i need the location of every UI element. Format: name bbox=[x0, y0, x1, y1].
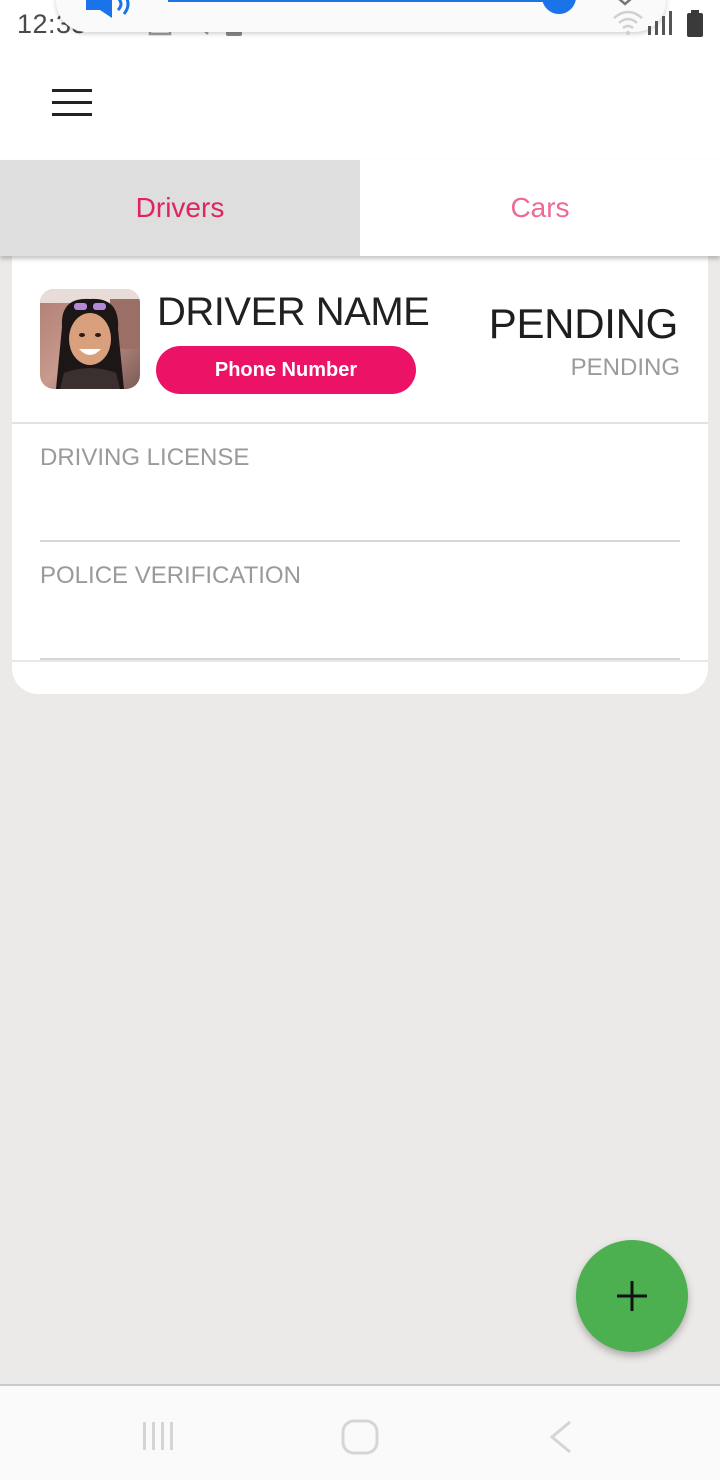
tab-drivers[interactable]: Drivers bbox=[0, 160, 360, 256]
tab-bar: Drivers Cars bbox=[0, 160, 720, 256]
driving-license-label[interactable]: DRIVING LICENSE bbox=[40, 444, 249, 472]
plus-icon bbox=[617, 1281, 647, 1311]
chevron-down-icon[interactable] bbox=[616, 0, 634, 8]
add-button[interactable] bbox=[576, 1240, 688, 1352]
battery-icon bbox=[687, 10, 703, 37]
volume-slider-track[interactable] bbox=[168, 0, 558, 2]
hamburger-menu-icon[interactable] bbox=[44, 84, 100, 124]
driver-card[interactable]: DRIVER NAME Phone Number PENDING PENDING… bbox=[12, 256, 708, 694]
recent-apps-icon[interactable] bbox=[140, 1420, 178, 1452]
driver-status-detail: PENDING bbox=[570, 354, 680, 381]
system-nav-bar bbox=[0, 1384, 720, 1480]
driver-name: DRIVER NAME bbox=[157, 290, 430, 334]
signal-icon bbox=[648, 11, 672, 35]
status-bar: 12:33 bbox=[0, 0, 720, 44]
wifi-icon bbox=[613, 10, 643, 36]
app-bar bbox=[0, 44, 720, 160]
driver-status: PENDING bbox=[488, 300, 679, 347]
card-bottom-divider bbox=[12, 660, 708, 662]
phone-number-button[interactable]: Phone Number bbox=[156, 346, 416, 394]
menu-line bbox=[52, 113, 92, 116]
volume-popup[interactable] bbox=[56, 0, 666, 32]
volume-icon[interactable] bbox=[86, 0, 132, 18]
back-icon[interactable] bbox=[548, 1420, 574, 1454]
police-verification-label[interactable]: POLICE VERIFICATION bbox=[40, 562, 301, 590]
volume-slider-thumb[interactable] bbox=[542, 0, 576, 14]
driver-avatar[interactable] bbox=[40, 289, 140, 389]
card-divider bbox=[12, 422, 708, 424]
menu-line bbox=[52, 101, 92, 104]
home-icon[interactable] bbox=[340, 1418, 380, 1456]
menu-line bbox=[52, 89, 92, 92]
tab-cars[interactable]: Cars bbox=[360, 160, 720, 256]
card-top-edge bbox=[12, 256, 708, 286]
field-divider bbox=[40, 540, 680, 542]
